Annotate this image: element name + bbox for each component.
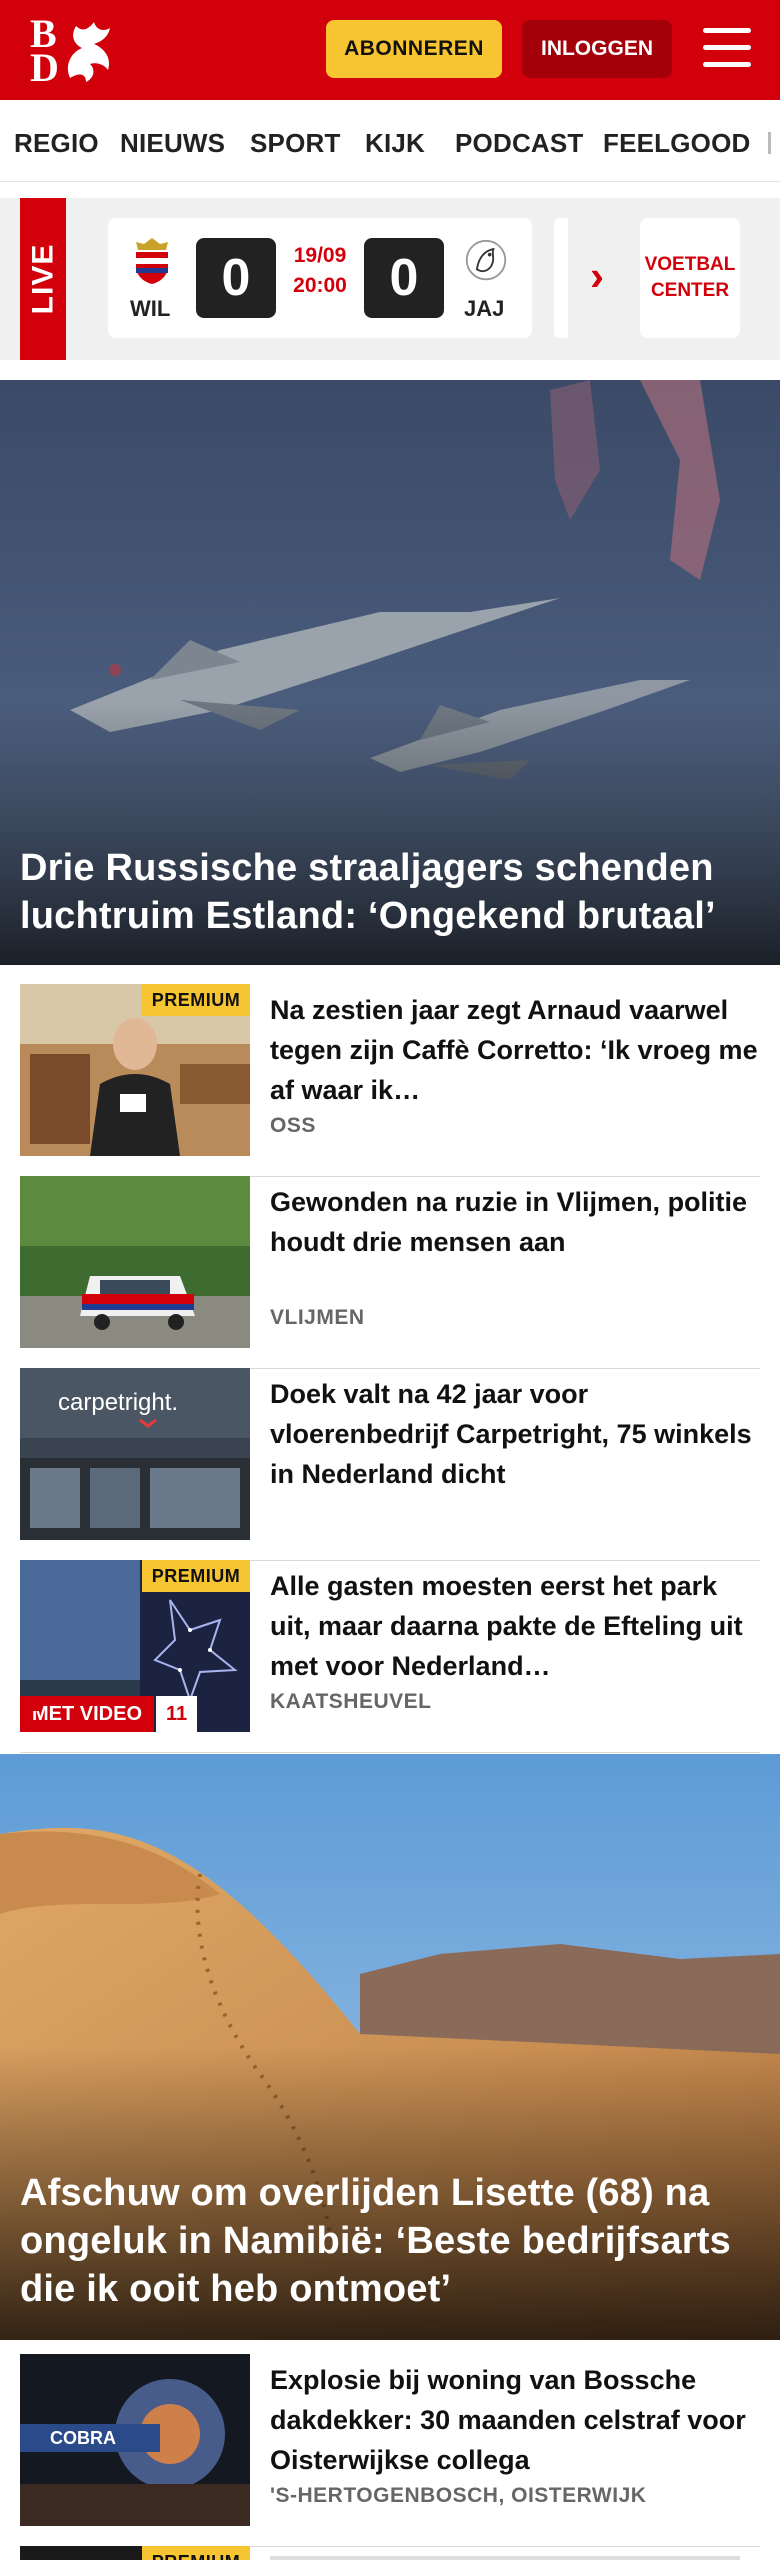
willem-ii-crest-icon (136, 238, 168, 284)
article-location: OSS (270, 1114, 316, 1137)
next-match-card-partial[interactable] (554, 218, 568, 338)
live-label: LIVE (26, 243, 59, 315)
live-badge: LIVE (20, 198, 66, 360)
article-title: Gewonden na ruzie in Vlijmen, politie ho… (270, 1187, 748, 1257)
premium-badge: PREMIUM (142, 1560, 250, 1592)
voetbal-center-line2: CENTER (650, 280, 730, 301)
hero-article-namibie[interactable]: Afschuw om overlijden Lisette (68) na on… (0, 1754, 780, 2340)
hero-article-jets[interactable]: Drie Russische straaljagers schenden luc… (0, 380, 780, 965)
list-item-partial[interactable]: PREMIUM (20, 2546, 760, 2560)
voetbal-center-line1: VOETBAL (644, 254, 736, 275)
article-thumbnail: PREMIUM MET VIDEO 11 (20, 1560, 250, 1732)
nav-item-regio[interactable]: REGIO (14, 128, 99, 159)
cobra-label-text: COBRA (50, 2428, 116, 2448)
voetbal-center-link[interactable]: VOETBAL CENTER (640, 218, 740, 338)
article-title: Alle gasten moesten eerst het park uit, … (270, 1571, 743, 1681)
nav-item-feelgood[interactable]: FEELGOOD (603, 128, 751, 159)
article-title: Doek valt na 42 jaar voor vloerenbedrijf… (270, 1379, 752, 1489)
list-item-efteling[interactable]: PREMIUM MET VIDEO 11 Alle gasten moesten… (20, 1560, 760, 1753)
article-title: Na zestien jaar zegt Arnaud vaarwel tege… (270, 995, 758, 1105)
hamburger-menu-icon[interactable] (700, 24, 754, 72)
fireworks-explosion-image: COBRA (20, 2354, 250, 2526)
article-thumbnail (20, 1176, 250, 1348)
subscribe-button[interactable]: ABONNEREN (326, 20, 502, 78)
jong-ajax-crest-icon (465, 239, 507, 281)
list-item-vlijmen[interactable]: Gewonden na ruzie in Vlijmen, politie ho… (20, 1176, 760, 1369)
hero-headline: Drie Russische straaljagers schenden luc… (20, 847, 716, 937)
logo-letter-d: D (30, 45, 59, 90)
home-team-code: WIL (130, 296, 171, 321)
away-team-code: JAJ (464, 296, 505, 321)
article-location: 'S-HERTOGENBOSCH, OISTERWIJK (270, 2484, 647, 2507)
nav-item-nieuws[interactable]: NIEUWS (120, 128, 225, 159)
match-card[interactable]: WIL 0 19/09 20:00 0 JAJ (108, 218, 532, 338)
article-location: VLIJMEN (270, 1306, 365, 1329)
chevron-right-icon[interactable]: › (590, 255, 604, 297)
list-item-carpetright[interactable]: carpetright. Doek valt na 42 jaar voor v… (20, 1368, 760, 1561)
carpetright-sign-text: carpetright. (58, 1389, 178, 1416)
article-thumbnail: PREMIUM (20, 984, 250, 1156)
premium-badge: PREMIUM (142, 984, 250, 1016)
bd-logo[interactable]: B D (26, 14, 116, 90)
video-comment-bar: MET VIDEO 11 (20, 1696, 250, 1732)
nav-overflow-indicator (768, 132, 771, 154)
comment-count-value: 11 (166, 1702, 188, 1725)
away-score: 0 (364, 238, 444, 318)
carpetright-store-image: carpetright. (20, 1368, 250, 1540)
live-scores-strip: LIVE WIL 0 19/09 20:00 0 JAJ › VOETBAL C… (0, 198, 780, 360)
section-nav: REGIO NIEUWS SPORT KIJK PODCAST FEELGOOD (0, 100, 780, 182)
site-header: B D ABONNEREN INLOGGEN (0, 0, 780, 100)
list-item-caffe-corretto[interactable]: PREMIUM Na zestien jaar zegt Arnaud vaar… (20, 984, 760, 1177)
article-title-cut (270, 2556, 740, 2560)
dragon-icon (67, 22, 110, 82)
login-button[interactable]: INLOGGEN (522, 20, 672, 78)
list-item-explosie[interactable]: COBRA Explosie bij woning van Bossche da… (20, 2354, 760, 2547)
hero-headline: Afschuw om overlijden Lisette (68) na on… (20, 2172, 731, 2310)
comment-icon (22, 1698, 42, 1716)
nav-item-sport[interactable]: SPORT (250, 128, 341, 159)
article-location: KAATSHEUVEL (270, 1690, 432, 1713)
match-date: 19/09 (293, 244, 347, 267)
nav-item-kijk[interactable]: KIJK (365, 128, 425, 159)
article-thumbnail: COBRA (20, 2354, 250, 2526)
comment-count[interactable]: 11 (22, 1696, 198, 1732)
article-thumbnail: carpetright. (20, 1368, 250, 1540)
nav-item-podcast[interactable]: PODCAST (455, 128, 584, 159)
article-title: Explosie bij woning van Bossche dakdekke… (270, 2365, 746, 2475)
home-score: 0 (196, 238, 276, 318)
premium-badge: PREMIUM (142, 2546, 250, 2560)
article-thumbnail: PREMIUM (20, 2546, 250, 2560)
match-time: 20:00 (293, 274, 347, 297)
police-car-image (20, 1176, 250, 1348)
